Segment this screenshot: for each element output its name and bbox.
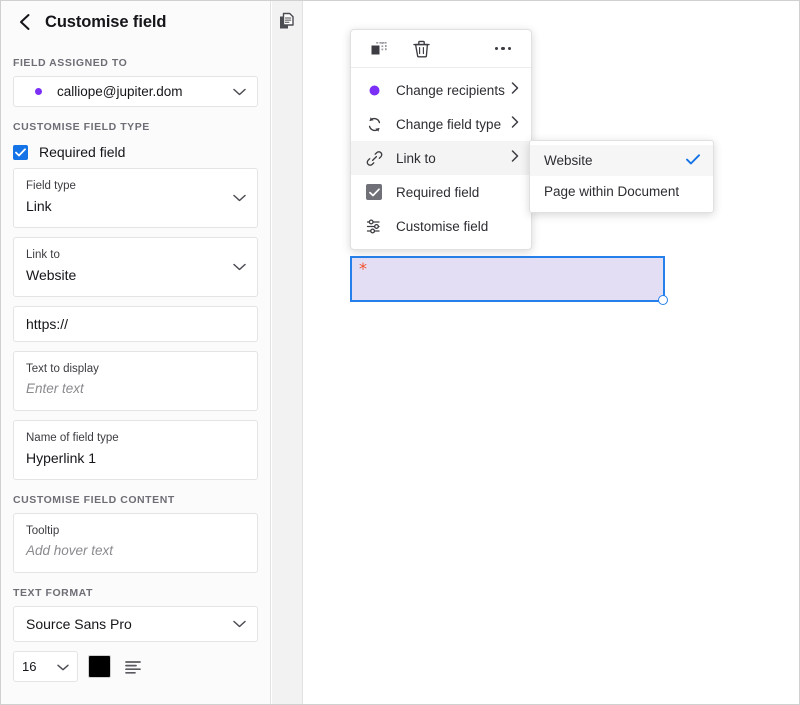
section-label-customise-field-content: CUSTOMISE FIELD CONTENT [13,494,175,506]
resize-handle[interactable] [658,295,668,305]
context-menu-toolbar [351,30,531,68]
application-window: Customise field FIELD ASSIGNED TO callio… [0,0,800,705]
sidebar-header: Customise field [1,1,270,43]
chevron-down-icon [57,658,69,676]
recipient-dot-icon [35,88,42,95]
field-type-select[interactable]: Field type Link [13,168,258,228]
field-context-menu: Change recipients Change field type Link… [350,29,532,250]
context-menu-items: Change recipients Change field type Link… [351,68,531,249]
change-field-type-icon [364,114,384,134]
menu-item-customise-field[interactable]: Customise field [351,209,531,243]
recipient-dot-icon [364,80,384,100]
recipient-select[interactable]: calliope@jupiter.dom [13,76,258,107]
menu-item-label: Change field type [396,116,502,132]
menu-item-change-recipients[interactable]: Change recipients [351,73,531,107]
page-thumbnail-rail [272,1,303,704]
page-thumbnails-icon[interactable] [277,11,297,31]
submenu-item-label: Website [544,153,593,168]
tooltip-label: Tooltip [26,525,60,537]
duplicate-field-icon[interactable] [364,35,394,63]
tooltip-placeholder: Add hover text [26,543,114,558]
chevron-down-icon [233,258,246,276]
back-chevron-icon[interactable] [11,9,37,35]
checkbox-checked-icon [364,182,384,202]
link-to-submenu: Website Page within Document [529,140,714,213]
delete-field-icon[interactable] [406,35,436,63]
field-name-label: Name of field type [26,432,119,444]
font-size-select[interactable]: 16 [13,651,78,682]
customise-field-sidebar: Customise field FIELD ASSIGNED TO callio… [1,1,271,704]
submenu-item-page-within-document[interactable]: Page within Document [530,176,713,207]
field-name-input[interactable]: Name of field type Hyperlink 1 [13,420,258,480]
align-left-icon[interactable] [121,655,145,679]
chevron-right-icon [511,115,519,133]
section-label-text-format: TEXT FORMAT [13,587,93,599]
more-options-icon[interactable] [488,35,518,63]
chevron-down-icon [233,189,246,207]
menu-item-label: Link to [396,150,436,166]
text-colour-swatch[interactable] [88,655,111,678]
font-family-value: Source Sans Pro [26,616,132,632]
required-asterisk: * [359,259,367,278]
section-label-field-assigned-to: FIELD ASSIGNED TO [13,57,128,69]
font-family-select[interactable]: Source Sans Pro [13,606,258,642]
text-to-display-input[interactable]: Text to display Enter text [13,351,258,411]
required-field-label: Required field [39,144,126,160]
chevron-down-icon [233,615,246,633]
chevron-right-icon [511,81,519,99]
url-input-value: https:// [26,316,69,332]
menu-item-label: Required field [396,184,480,200]
page-title: Customise field [45,12,167,31]
recipient-email-label: calliope@jupiter.dom [57,84,183,99]
link-to-select[interactable]: Link to Website [13,237,258,297]
font-size-value: 16 [22,659,37,674]
more-options-dots [494,46,512,51]
submenu-item-label: Page within Document [544,184,680,199]
text-format-controls: 16 [1,651,270,682]
link-to-label: Link to [26,249,60,261]
submenu-item-website[interactable]: Website [530,145,713,176]
link-icon [364,148,384,168]
text-to-display-placeholder: Enter text [26,381,84,396]
menu-item-required-field[interactable]: Required field [351,175,531,209]
menu-item-label: Change recipients [396,82,505,98]
menu-item-link-to[interactable]: Link to [351,141,531,175]
field-name-value: Hyperlink 1 [26,450,97,466]
section-label-customise-field-type: CUSTOMISE FIELD TYPE [13,121,150,133]
link-to-value: Website [26,267,77,283]
url-input[interactable]: https:// [13,306,258,342]
tooltip-input[interactable]: Tooltip Add hover text [13,513,258,573]
chevron-right-icon [511,149,519,167]
link-form-field[interactable]: * [350,256,668,305]
settings-sliders-icon [364,216,384,236]
required-field-checkbox-row[interactable]: Required field [1,140,270,164]
chevron-down-icon [233,83,246,101]
menu-item-label: Customise field [396,218,489,234]
check-icon [686,152,700,170]
text-to-display-label: Text to display [26,363,99,375]
checkbox-checked-icon[interactable] [13,144,28,160]
field-type-label: Field type [26,180,76,192]
menu-item-change-field-type[interactable]: Change field type [351,107,531,141]
field-type-value: Link [26,198,52,214]
